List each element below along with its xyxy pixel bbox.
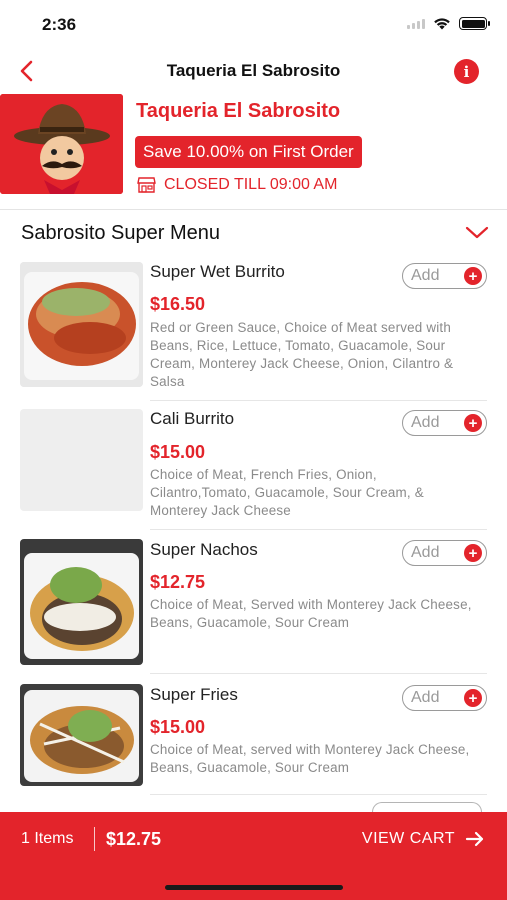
view-cart-button[interactable]: VIEW CART [362, 830, 485, 848]
add-button[interactable]: Add + [402, 263, 487, 289]
add-label: Add [411, 267, 440, 284]
item-price: $15.00 [150, 717, 206, 737]
add-label: Add [411, 414, 440, 431]
add-button[interactable]: Add + [402, 540, 487, 566]
item-divider [150, 673, 487, 674]
closed-status-text: CLOSED TILL 09:00 AM [164, 176, 338, 193]
promo-badge: Save 10.00% on First Order [135, 136, 362, 168]
item-price: $16.50 [150, 294, 206, 314]
next-item-add-button[interactable] [372, 802, 482, 812]
chevron-down-icon[interactable] [465, 224, 489, 240]
item-image [20, 539, 143, 665]
add-button[interactable]: Add + [402, 410, 487, 436]
status-icons [407, 17, 490, 30]
arrow-right-icon [465, 831, 484, 847]
divider [0, 209, 507, 210]
plus-icon: + [464, 267, 482, 285]
menu-item[interactable]: Super Fries $15.00 Choice of Meat, serve… [0, 680, 507, 805]
cart-total: $12.75 [106, 829, 162, 849]
plus-icon: + [464, 544, 482, 562]
item-divider [150, 529, 487, 530]
item-price: $12.75 [150, 572, 206, 592]
info-button[interactable]: i [454, 59, 479, 84]
item-divider [150, 794, 487, 795]
info-icon: i [463, 62, 470, 81]
plus-icon: + [464, 689, 482, 707]
item-price: $15.00 [150, 442, 206, 462]
store-status: CLOSED TILL 09:00 AM [137, 176, 337, 194]
view-cart-label: VIEW CART [361, 830, 455, 847]
item-name: Super Wet Burrito [150, 262, 285, 281]
item-image [20, 684, 143, 786]
restaurant-logo [0, 94, 123, 194]
cart-divider [94, 827, 95, 851]
item-description: Red or Green Sauce, Choice of Meat serve… [150, 320, 454, 389]
home-indicator [165, 885, 343, 890]
plus-icon: + [464, 414, 482, 432]
menu-item[interactable]: Cali Burrito $15.00 Choice of Meat, Fren… [0, 405, 507, 530]
item-name: Super Fries [150, 685, 238, 704]
cart-item-count: 1 Items [21, 830, 74, 847]
item-description: Choice of Meat, French Fries, Onion, Cil… [150, 467, 424, 518]
item-description: Choice of Meat, served with Monterey Jac… [150, 742, 470, 775]
cellular-signal-icon [407, 18, 425, 29]
menu-section-header[interactable]: Sabrosito Super Menu [0, 218, 507, 252]
item-description: Choice of Meat, Served with Monterey Jac… [150, 597, 472, 630]
menu-item[interactable]: Super Nachos $12.75 Choice of Meat, Serv… [0, 535, 507, 674]
add-label: Add [411, 544, 440, 561]
restaurant-header: Taqueria El Sabrosito Save 10.00% on Fir… [0, 94, 507, 204]
menu-section-title: Sabrosito Super Menu [21, 222, 221, 244]
cart-bar[interactable]: 1 Items $12.75 VIEW CART [0, 812, 507, 900]
item-divider [150, 400, 487, 401]
status-bar: 2:36 [0, 0, 507, 48]
status-time: 2:36 [42, 15, 77, 34]
item-name: Cali Burrito [150, 409, 235, 428]
store-icon [137, 177, 156, 193]
nav-bar: Taqueria El Sabrosito i [0, 52, 507, 92]
wifi-icon [434, 18, 450, 30]
item-image [20, 262, 143, 387]
add-button[interactable]: Add + [402, 685, 487, 711]
page-title: Taqueria El Sabrosito [166, 61, 341, 80]
item-image-placeholder [20, 409, 143, 511]
restaurant-name: Taqueria El Sabrosito [136, 100, 341, 122]
menu-item[interactable]: Super Wet Burrito $16.50 Red or Green Sa… [0, 258, 507, 401]
add-label: Add [411, 689, 440, 706]
battery-icon [459, 17, 490, 30]
item-name: Super Nachos [150, 540, 258, 559]
